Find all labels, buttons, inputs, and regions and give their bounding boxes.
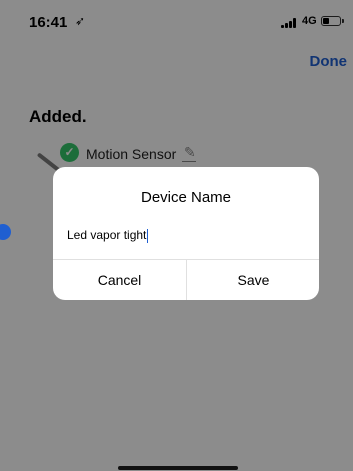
device-name-input-value: Led vapor tight	[67, 228, 147, 242]
dialog-title: Device Name	[140, 189, 232, 206]
app-screen: 16:41 ➶ 4G Done Added. ✓ Motion Sensor ✎…	[0, 0, 353, 471]
text-caret	[147, 228, 149, 243]
home-indicator[interactable]	[118, 466, 238, 470]
rename-dialog: Device Name Led vapor tight Cancel Save	[53, 167, 319, 300]
save-button[interactable]: Save	[187, 260, 319, 300]
cancel-button[interactable]: Cancel	[53, 260, 186, 300]
device-name-input[interactable]: Led vapor tight	[67, 225, 305, 245]
